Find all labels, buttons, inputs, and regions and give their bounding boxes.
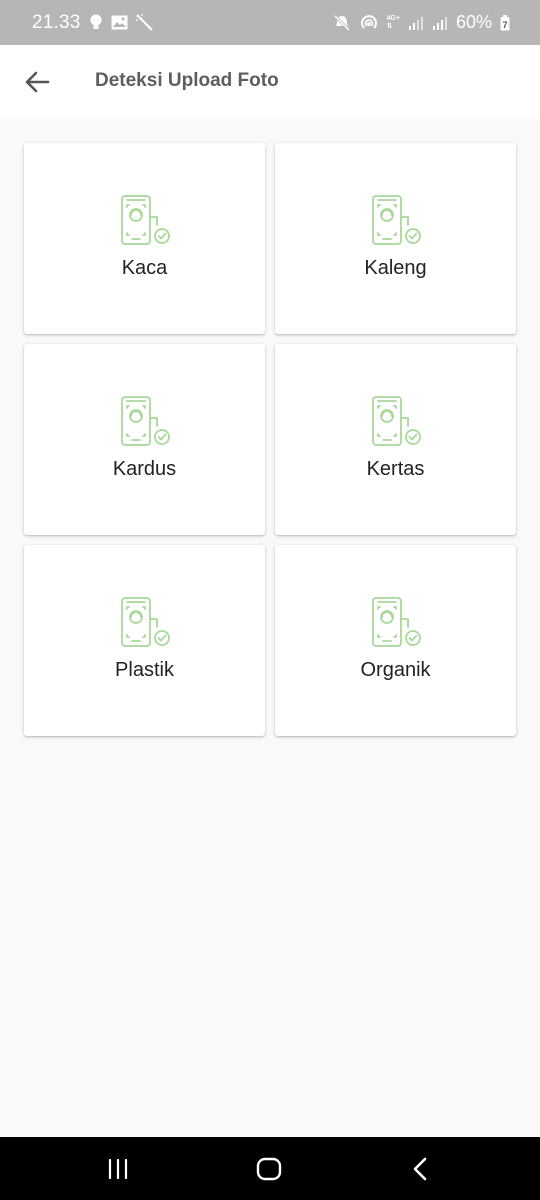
status-left: 21.33 <box>32 12 154 34</box>
data-arrows-icon: ⇅ <box>386 22 393 30</box>
phone-scan-icon <box>120 597 170 647</box>
mute-icon <box>333 14 351 32</box>
system-nav-bar <box>0 1137 540 1200</box>
phone-scan-icon <box>371 195 421 245</box>
back-icon <box>413 1157 427 1180</box>
home-icon <box>256 1157 282 1180</box>
battery-icon: 7 <box>500 14 510 31</box>
signal-icon <box>408 16 424 30</box>
category-label: Kaleng <box>364 257 427 279</box>
network-type-label: 4G+ <box>386 14 400 22</box>
status-bar: 21.33 4G+ ⇅ 60% 7 <box>0 0 540 45</box>
hotspot-icon <box>359 14 379 32</box>
phone-scan-icon <box>120 396 170 446</box>
category-card-kardus[interactable]: Kardus <box>24 344 265 535</box>
gallery-icon <box>111 15 128 30</box>
page-title: Deteksi Upload Foto <box>95 70 279 91</box>
category-label: Kertas <box>366 458 425 480</box>
back-button[interactable] <box>22 67 52 97</box>
category-card-plastik[interactable]: Plastik <box>24 545 265 736</box>
phone-scan-icon <box>371 396 421 446</box>
recent-apps-icon <box>108 1158 128 1179</box>
battery-percent: 60% <box>455 12 492 32</box>
category-label: Organik <box>360 659 431 681</box>
app-bar: Deteksi Upload Foto <box>0 45 540 119</box>
home-button[interactable] <box>234 1137 304 1200</box>
phone-scan-icon <box>120 195 170 245</box>
category-card-organik[interactable]: Organik <box>275 545 516 736</box>
network-type: 4G+ ⇅ <box>387 15 400 31</box>
category-card-kertas[interactable]: Kertas <box>275 344 516 535</box>
magic-wand-icon <box>135 13 154 32</box>
status-right: 4G+ ⇅ 60% 7 <box>333 12 510 33</box>
category-card-kaleng[interactable]: Kaleng <box>275 143 516 334</box>
phone-scan-icon <box>371 597 421 647</box>
nav-back-button[interactable] <box>385 1137 455 1200</box>
category-label: Kardus <box>112 458 177 480</box>
arrow-left-icon <box>25 71 50 93</box>
signal-icon <box>432 16 448 30</box>
bulb-icon <box>89 14 103 32</box>
recent-apps-button[interactable] <box>83 1137 153 1200</box>
category-label: Plastik <box>115 659 174 681</box>
category-card-kaca[interactable]: Kaca <box>24 143 265 334</box>
category-grid: Kaca Kaleng Kardus Kertas Plastik Organi… <box>24 143 516 736</box>
category-label: Kaca <box>121 257 168 279</box>
battery-digit: 7 <box>502 20 507 30</box>
status-time: 21.33 <box>32 11 81 33</box>
